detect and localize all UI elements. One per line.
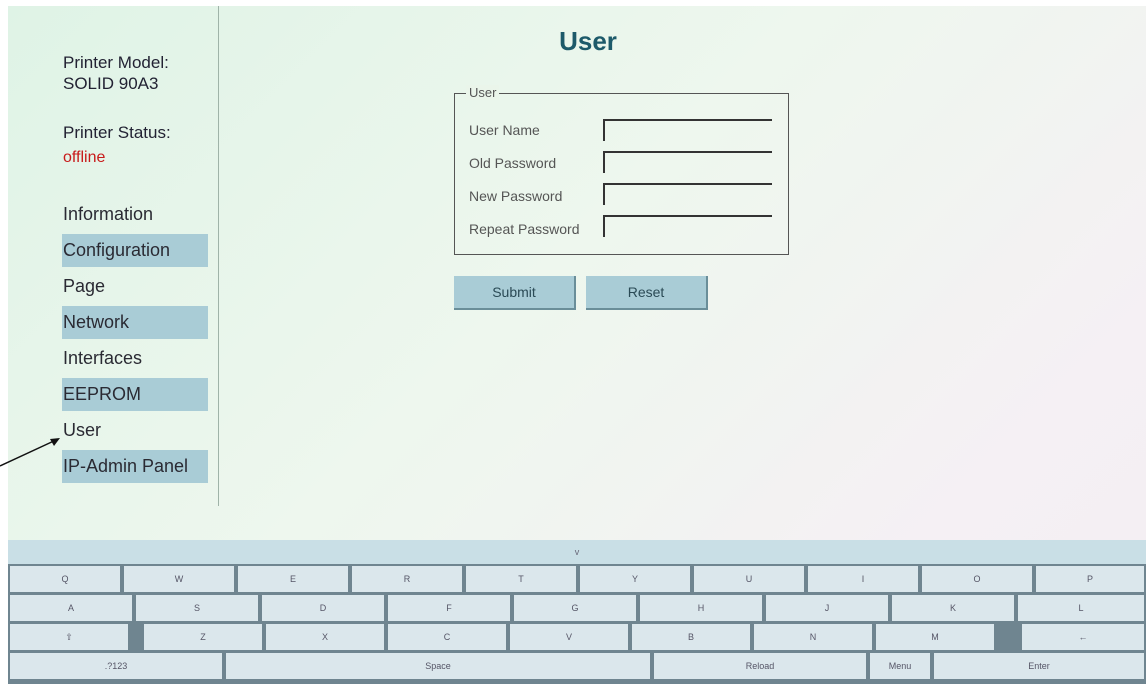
key-q[interactable]: Q: [10, 566, 120, 592]
keyboard-row-4: .?123 Space Reload Menu Enter: [8, 653, 1146, 681]
user-fieldset: User User Name Old Password New Password…: [454, 85, 789, 255]
page-title: User: [559, 26, 617, 56]
printer-model-label: Printer Model:: [63, 53, 169, 72]
key-e[interactable]: E: [238, 566, 348, 592]
backspace-key[interactable]: ←: [1022, 624, 1144, 650]
repeat-password-label: Repeat Password: [469, 221, 580, 237]
key-a[interactable]: A: [10, 595, 132, 621]
nav-configuration[interactable]: Configuration: [62, 234, 208, 267]
repeat-password-input[interactable]: [603, 215, 772, 237]
key-g[interactable]: G: [514, 595, 636, 621]
key-z[interactable]: Z: [144, 624, 262, 650]
menu-key[interactable]: Menu: [870, 653, 930, 679]
printer-status-value: offline: [63, 149, 106, 166]
nav-user[interactable]: User: [62, 414, 208, 447]
nav-interfaces[interactable]: Interfaces: [62, 342, 208, 375]
reload-key[interactable]: Reload: [654, 653, 866, 679]
key-h[interactable]: H: [640, 595, 762, 621]
key-n[interactable]: N: [754, 624, 872, 650]
key-o[interactable]: O: [922, 566, 1032, 592]
old-password-label: Old Password: [469, 155, 557, 171]
key-f[interactable]: F: [388, 595, 510, 621]
key-t[interactable]: T: [466, 566, 576, 592]
key-w[interactable]: W: [124, 566, 234, 592]
key-s[interactable]: S: [136, 595, 258, 621]
on-screen-keyboard: Q W E R T Y U I O P A S D F G H J K L ⇧ …: [8, 564, 1146, 684]
nav-ip-admin-panel[interactable]: IP-Admin Panel: [62, 450, 208, 483]
printer-status-label: Printer Status:: [63, 123, 171, 142]
new-password-label: New Password: [469, 188, 563, 204]
user-name-input[interactable]: [603, 119, 772, 141]
key-y[interactable]: Y: [580, 566, 690, 592]
key-r[interactable]: R: [352, 566, 462, 592]
key-k[interactable]: K: [892, 595, 1014, 621]
key-p[interactable]: P: [1036, 566, 1144, 592]
sidebar-nav: Information Configuration Page Network I…: [62, 198, 208, 486]
old-password-input[interactable]: [603, 151, 772, 173]
key-v[interactable]: V: [510, 624, 628, 650]
pointer-arrow: [0, 438, 60, 467]
printer-model-value: SOLID 90A3: [63, 74, 159, 93]
reset-button[interactable]: Reset: [586, 276, 708, 310]
keyboard-row-3: ⇧ Z X C V B N M ←: [8, 624, 1146, 652]
nav-eeprom[interactable]: EEPROM: [62, 378, 208, 411]
nav-information[interactable]: Information: [62, 198, 208, 231]
keyboard-row-1: Q W E R T Y U I O P: [8, 566, 1146, 594]
printer-ui-screen: Printer Model: SOLID 90A3 Printer Status…: [8, 6, 1146, 684]
key-d[interactable]: D: [262, 595, 384, 621]
keyboard-row-2: A S D F G H J K L: [8, 595, 1146, 623]
keyboard-collapse-bar[interactable]: v: [8, 540, 1146, 564]
submit-button[interactable]: Submit: [454, 276, 576, 310]
nav-page[interactable]: Page: [62, 270, 208, 303]
space-key[interactable]: Space: [226, 653, 650, 679]
new-password-input[interactable]: [603, 183, 772, 205]
user-name-label: User Name: [469, 122, 540, 138]
key-m[interactable]: M: [876, 624, 994, 650]
nav-network[interactable]: Network: [62, 306, 208, 339]
fieldset-legend: User: [466, 85, 500, 100]
key-x[interactable]: X: [266, 624, 384, 650]
key-c[interactable]: C: [388, 624, 506, 650]
enter-key[interactable]: Enter: [934, 653, 1144, 679]
key-l[interactable]: L: [1018, 595, 1144, 621]
shift-key[interactable]: ⇧: [10, 624, 128, 650]
key-i[interactable]: I: [808, 566, 918, 592]
numbers-key[interactable]: .?123: [10, 653, 222, 679]
key-j[interactable]: J: [766, 595, 888, 621]
key-u[interactable]: U: [694, 566, 804, 592]
key-b[interactable]: B: [632, 624, 750, 650]
